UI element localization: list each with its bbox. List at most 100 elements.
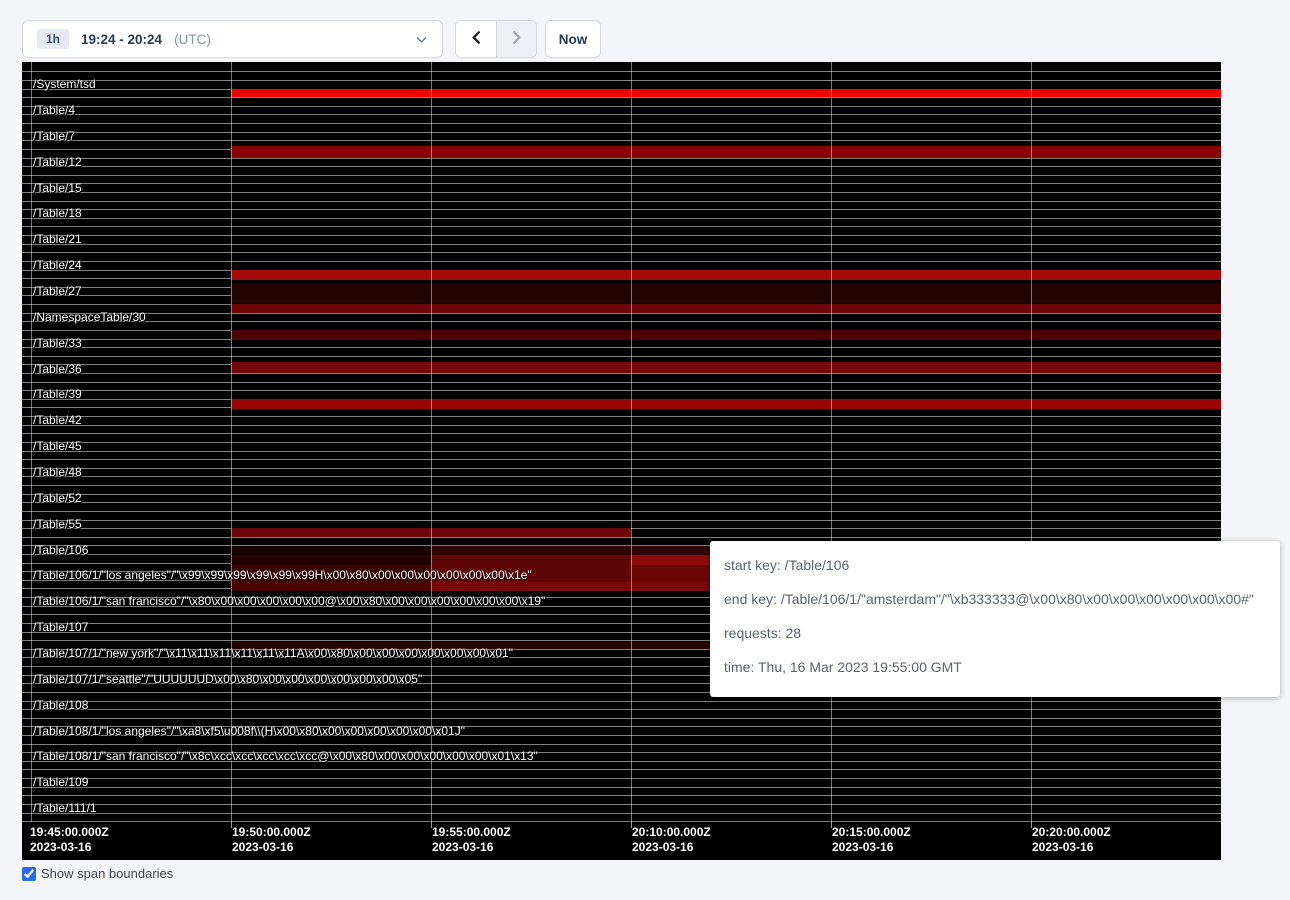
key-visualizer-page: 1h 19:24 - 20:24 (UTC) Now /System/tsd/T… <box>0 0 1290 900</box>
row-label: /Table/55 <box>33 517 82 531</box>
time-column-line <box>1031 62 1032 822</box>
row-label: /Table/27 <box>33 284 82 298</box>
time-tick-label: 20:15:00.000Z 2023-03-16 <box>832 825 911 855</box>
time-column-line <box>831 62 832 822</box>
span-boundary-line <box>22 261 1221 262</box>
span-boundary-line <box>22 769 1221 770</box>
span-boundary-line <box>22 175 1221 176</box>
row-label: /System/tsd <box>33 77 96 91</box>
time-column-line <box>631 62 632 822</box>
row-label: /Table/52 <box>33 491 82 505</box>
next-range-button[interactable] <box>496 21 536 57</box>
heat-band <box>231 399 1221 409</box>
span-boundary-line <box>22 114 1221 115</box>
time-tick-label: 19:55:00.000Z 2023-03-16 <box>432 825 511 855</box>
span-boundary-line <box>22 709 1221 710</box>
row-label: /Table/4 <box>33 103 75 117</box>
row-label: /Table/106/1/"los angeles"/"\x99\x99\x99… <box>33 568 532 582</box>
span-boundary-line <box>22 494 1221 495</box>
time-axis: 19:45:00.000Z 2023-03-16 19:50:00.000Z 20… <box>22 822 1221 860</box>
span-boundary-line <box>22 166 1221 167</box>
span-boundary-line <box>22 226 1221 227</box>
time-column-line <box>31 62 32 822</box>
show-span-boundaries-checkbox[interactable] <box>22 867 36 881</box>
span-boundary-line <box>22 201 1221 202</box>
span-boundary-line <box>22 321 1221 322</box>
row-label: /Table/108 <box>33 698 88 712</box>
row-label: /NamespaceTable/30 <box>33 310 146 324</box>
span-boundary-line <box>22 192 1221 193</box>
span-boundary-line <box>22 390 1221 391</box>
time-column-line <box>231 62 232 822</box>
now-button[interactable]: Now <box>545 20 601 58</box>
heat-band <box>231 546 431 555</box>
span-boundary-line <box>22 218 1221 219</box>
heat-band <box>231 283 1221 303</box>
range-duration-badge: 1h <box>37 29 69 49</box>
row-label: /Table/106/1/"san francisco"/"\x80\x00\x… <box>33 594 545 608</box>
time-tick-label: 19:50:00.000Z 2023-03-16 <box>232 825 311 855</box>
time-range-dropdown[interactable]: 1h 19:24 - 20:24 (UTC) <box>22 20 443 58</box>
span-boundary-line <box>22 511 1221 512</box>
span-boundary-line <box>22 235 1221 236</box>
range-text: 19:24 - 20:24 <box>81 32 162 47</box>
footer-controls: Show span boundaries <box>22 866 173 881</box>
time-tick-label: 20:10:00.000Z 2023-03-16 <box>632 825 711 855</box>
row-label: /Table/24 <box>33 258 82 272</box>
heat-band <box>231 582 431 591</box>
row-label: /Table/48 <box>33 465 82 479</box>
range-timezone: (UTC) <box>174 32 211 47</box>
row-label: /Table/107/1/"seattle"/"UUUUUUD\x00\x80\… <box>33 672 422 686</box>
heat-band <box>231 362 1221 373</box>
row-label: /Table/111/1 <box>33 801 97 815</box>
span-boundary-line <box>22 123 1221 124</box>
row-label: /Table/39 <box>33 387 82 401</box>
row-label: /Table/18 <box>33 206 82 220</box>
key-visualizer-heatmap[interactable]: /System/tsd/Table/4/Table/7/Table/12/Tab… <box>22 62 1221 860</box>
row-label: /Table/107/1/"new york"/"\x11\x11\x11\x1… <box>33 646 513 660</box>
row-label: /Table/33 <box>33 336 82 350</box>
row-label: /Table/7 <box>33 129 75 143</box>
span-boundary-line <box>22 787 1221 788</box>
chevron-down-icon <box>415 33 428 46</box>
span-boundary-line <box>22 347 1221 348</box>
row-label: /Table/12 <box>33 155 82 169</box>
tooltip-line: start key: /Table/106 <box>724 555 1266 575</box>
heat-band <box>231 330 1221 340</box>
span-boundary-line <box>22 132 1221 133</box>
heat-band <box>231 270 1221 281</box>
span-boundary-line <box>22 373 1221 374</box>
span-boundary-line <box>22 778 1221 779</box>
span-boundary-line <box>22 97 1221 98</box>
row-label: /Table/106 <box>33 543 88 557</box>
span-boundary-line <box>22 244 1221 245</box>
row-label: /Table/109 <box>33 775 88 789</box>
span-boundary-line <box>22 476 1221 477</box>
span-boundary-line <box>22 382 1221 383</box>
span-boundary-line <box>22 252 1221 253</box>
span-boundary-line <box>22 425 1221 426</box>
span-boundary-line <box>22 459 1221 460</box>
heat-band <box>231 304 1221 314</box>
span-boundary-line <box>22 71 1221 72</box>
chevron-right-icon <box>509 30 524 48</box>
span-boundary-line <box>22 813 1221 814</box>
span-boundary-line <box>22 451 1221 452</box>
prev-range-button[interactable] <box>456 21 496 57</box>
tooltip-line: requests: 28 <box>724 623 1266 643</box>
tooltip-line: time: Thu, 16 Mar 2023 19:55:00 GMT <box>724 657 1266 677</box>
span-boundary-line <box>22 744 1221 745</box>
row-label: /Table/21 <box>33 232 82 246</box>
heat-band <box>231 89 1221 98</box>
span-boundary-line <box>22 718 1221 719</box>
span-boundary-line <box>22 356 1221 357</box>
span-tooltip: start key: /Table/106end key: /Table/106… <box>710 541 1280 697</box>
time-tick-label: 19:45:00.000Z 2023-03-16 <box>30 825 109 855</box>
span-boundary-line <box>22 209 1221 210</box>
span-boundary-line <box>22 804 1221 805</box>
heat-band <box>231 146 1221 158</box>
row-label: /Table/36 <box>33 362 82 376</box>
span-boundary-line <box>22 468 1221 469</box>
span-boundary-line <box>22 140 1221 141</box>
row-label: /Table/42 <box>33 413 82 427</box>
